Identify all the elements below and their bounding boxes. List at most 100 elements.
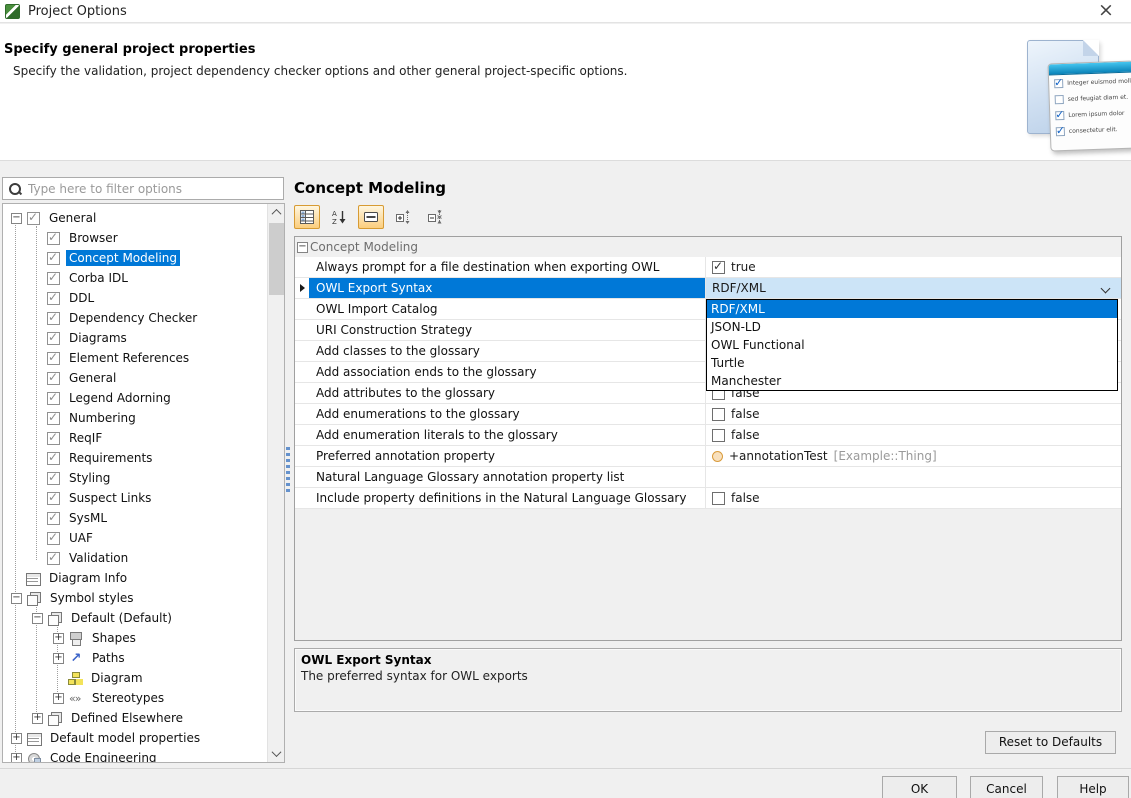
checkbox-checked-icon[interactable] [47, 532, 60, 545]
tree-item-label[interactable]: Diagram [88, 670, 146, 686]
checkbox-checked-icon[interactable] [47, 412, 60, 425]
dropdown-option-rdf-xml[interactable]: RDF/XML [707, 300, 1117, 318]
property-name[interactable]: Add enumeration literals to the glossary [309, 425, 705, 445]
tree-item-ddl[interactable]: DDL [3, 288, 266, 308]
checkbox-unchecked-icon[interactable] [712, 408, 725, 421]
tree-item-default-model-properties[interactable]: +Default model properties [3, 728, 266, 748]
tree-item-label[interactable]: Concept Modeling [66, 250, 180, 266]
tree-item-element-references[interactable]: Element References [3, 348, 266, 368]
property-name[interactable]: OWL Import Catalog [309, 299, 705, 319]
chevron-down-icon[interactable] [1101, 284, 1111, 294]
property-name[interactable]: Always prompt for a file destination whe… [309, 257, 705, 277]
expand-icon[interactable]: + [11, 753, 22, 764]
collapse-icon[interactable]: − [32, 613, 43, 624]
property-name[interactable]: Add attributes to the glossary [309, 383, 705, 403]
scroll-down-icon[interactable] [268, 745, 285, 762]
checkbox-checked-icon[interactable] [47, 372, 60, 385]
tree-item-defined-elsewhere[interactable]: +Defined Elsewhere [3, 708, 266, 728]
checkbox-unchecked-icon[interactable] [712, 429, 725, 442]
scroll-up-icon[interactable] [268, 204, 285, 221]
tree-scrollbar[interactable] [267, 204, 284, 762]
expand-icon[interactable]: + [53, 633, 64, 644]
tree-item-general[interactable]: General [3, 368, 266, 388]
tree-item-label[interactable]: Styling [66, 470, 113, 486]
checkbox-checked-icon[interactable] [712, 261, 725, 274]
tree-item-diagram[interactable]: Diagram [3, 668, 266, 688]
tree-item-label[interactable]: Suspect Links [66, 490, 154, 506]
cancel-button[interactable]: Cancel [970, 776, 1043, 798]
property-row-include-property-definitions-in-the-natural-language-glossary[interactable]: Include property definitions in the Natu… [295, 488, 1121, 509]
dropdown-option-owl-functional[interactable]: OWL Functional [707, 336, 1117, 354]
tree-item-label[interactable]: DDL [66, 290, 97, 306]
tree-item-legend-adorning[interactable]: Legend Adorning [3, 388, 266, 408]
expand-icon[interactable]: + [53, 693, 64, 704]
tree-item-label[interactable]: Numbering [66, 410, 139, 426]
tree-item-label[interactable]: Diagrams [66, 330, 130, 346]
tree-item-corba-idl[interactable]: Corba IDL [3, 268, 266, 288]
checkbox-checked-icon[interactable] [47, 492, 60, 505]
property-value[interactable]: false [705, 488, 1121, 508]
tree-item-label[interactable]: SysML [66, 510, 110, 526]
tree-item-shapes[interactable]: + Shapes [3, 628, 266, 648]
checkbox-checked-icon[interactable] [47, 452, 60, 465]
dropdown-option-manchester[interactable]: Manchester [707, 372, 1117, 390]
tree-item-label[interactable]: Legend Adorning [66, 390, 174, 406]
help-button[interactable]: Help [1057, 776, 1129, 798]
reset-to-defaults-button[interactable]: Reset to Defaults [985, 731, 1116, 754]
property-name[interactable]: Add enumerations to the glossary [309, 404, 705, 424]
property-value[interactable]: true [705, 257, 1121, 277]
tree-item-label[interactable]: General [46, 210, 99, 226]
tree-item-suspect-links[interactable]: Suspect Links [3, 488, 266, 508]
tree-item-dependency-checker[interactable]: Dependency Checker [3, 308, 266, 328]
tree-item-uaf[interactable]: UAF [3, 528, 266, 548]
tree-item-label[interactable]: Element References [66, 350, 192, 366]
property-value[interactable] [705, 467, 1121, 487]
filter-input[interactable] [28, 182, 283, 196]
checkbox-checked-icon[interactable] [47, 292, 60, 305]
collapse-group-icon[interactable]: − [297, 242, 308, 253]
tree-item-requirements[interactable]: Requirements [3, 448, 266, 468]
property-name[interactable]: Add association ends to the glossary [309, 362, 705, 382]
tree-item-reqif[interactable]: ReqIF [3, 428, 266, 448]
tree-item-browser[interactable]: Browser [3, 228, 266, 248]
property-name[interactable]: URI Construction Strategy [309, 320, 705, 340]
show-description-button[interactable] [358, 205, 384, 229]
collapse-icon[interactable]: − [11, 213, 22, 224]
checkbox-checked-icon[interactable] [47, 432, 60, 445]
property-row-add-enumeration-literals-to-the-glossary[interactable]: Add enumeration literals to the glossary… [295, 425, 1121, 446]
checkbox-checked-icon[interactable] [47, 552, 60, 565]
tree-item-paths[interactable]: +↗Paths [3, 648, 266, 668]
checkbox-checked-icon[interactable] [47, 512, 60, 525]
scroll-thumb[interactable] [269, 223, 284, 295]
categorized-view-button[interactable] [294, 205, 320, 229]
property-row-add-enumerations-to-the-glossary[interactable]: Add enumerations to the glossaryfalse [295, 404, 1121, 425]
collapse-icon[interactable]: − [11, 593, 22, 604]
tree-item-styling[interactable]: Styling [3, 468, 266, 488]
property-row-owl-export-syntax[interactable]: OWL Export SyntaxRDF/XML [295, 278, 1121, 299]
tree-item-label[interactable]: Requirements [66, 450, 155, 466]
tree-item-label[interactable]: Shapes [89, 630, 139, 646]
checkbox-checked-icon[interactable] [47, 352, 60, 365]
tree-item-code-engineering[interactable]: +Code Engineering [3, 748, 266, 763]
property-name[interactable]: Natural Language Glossary annotation pro… [309, 467, 705, 487]
dropdown-option-turtle[interactable]: Turtle [707, 354, 1117, 372]
tree-item-numbering[interactable]: Numbering [3, 408, 266, 428]
property-name[interactable]: OWL Export Syntax [309, 278, 705, 298]
checkbox-checked-icon[interactable] [47, 232, 60, 245]
sort-alphabetically-button[interactable]: A Z [326, 205, 352, 229]
property-value[interactable]: +annotationTest[Example::Thing] [705, 446, 1121, 466]
tree-item-label[interactable]: Stereotypes [89, 690, 167, 706]
tree-item-label[interactable]: ReqIF [66, 430, 105, 446]
tree-item-stereotypes[interactable]: +«»Stereotypes [3, 688, 266, 708]
tree-item-general[interactable]: − General [3, 208, 266, 228]
property-value[interactable]: RDF/XML [705, 278, 1121, 298]
ok-button[interactable]: OK [882, 776, 957, 798]
panel-splitter[interactable] [286, 447, 290, 493]
tree-item-label[interactable]: Default (Default) [68, 610, 175, 626]
checkbox-checked-icon[interactable] [47, 392, 60, 405]
property-row-preferred-annotation-property[interactable]: Preferred annotation property+annotation… [295, 446, 1121, 467]
checkbox-checked-icon[interactable] [47, 312, 60, 325]
tree-item-validation[interactable]: Validation [3, 548, 266, 568]
property-value[interactable]: false [705, 404, 1121, 424]
tree-item-label[interactable]: Defined Elsewhere [68, 710, 186, 726]
